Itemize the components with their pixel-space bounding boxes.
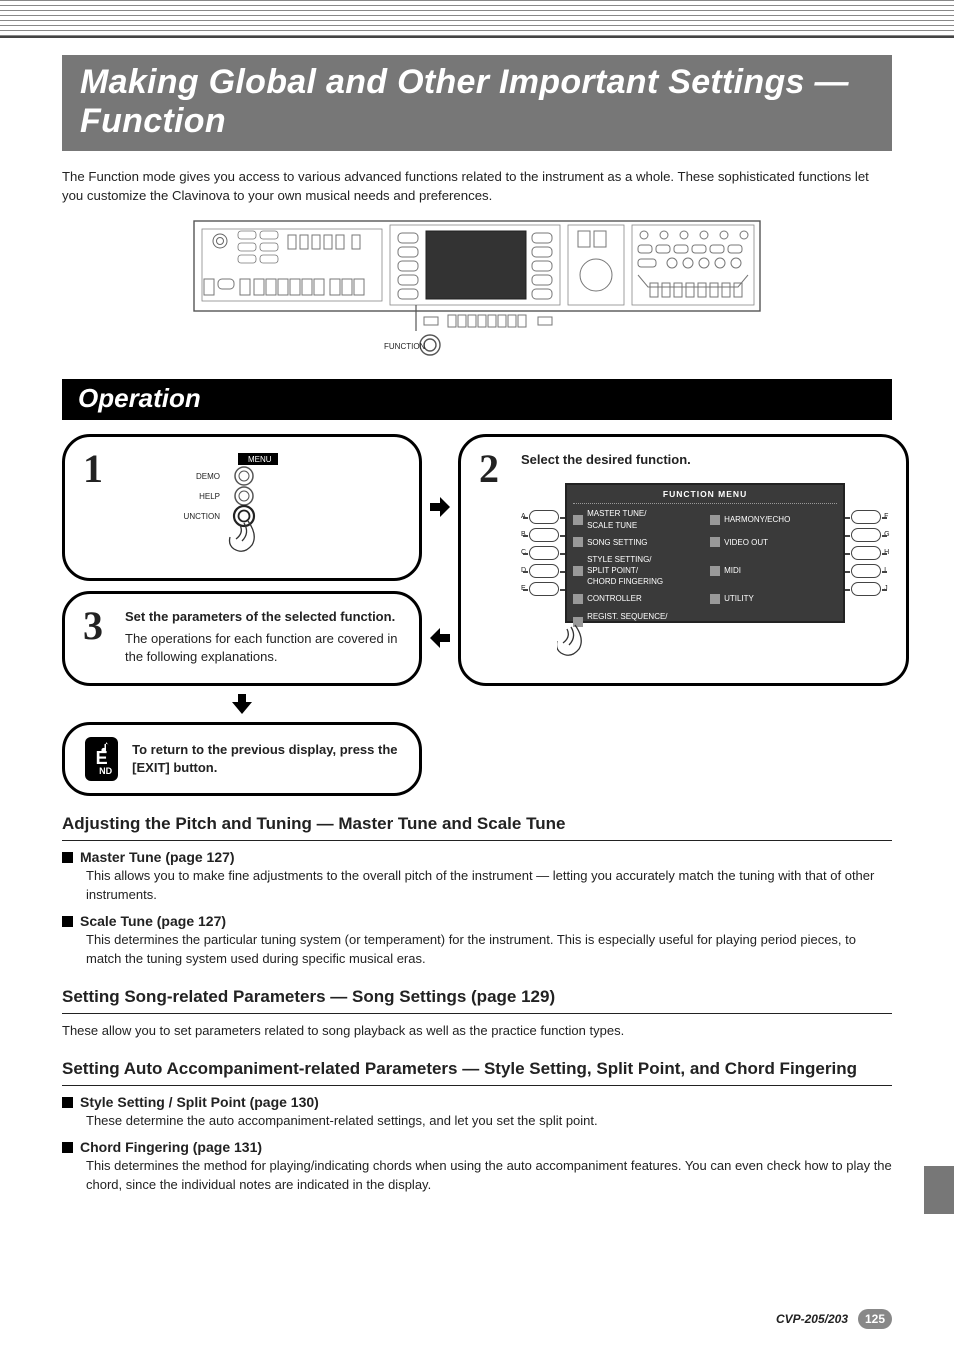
side-button[interactable] (529, 510, 559, 524)
section-heading: Setting Auto Accompaniment-related Param… (62, 1059, 892, 1079)
screen-title: FUNCTION MENU (573, 489, 837, 504)
function-menu-screen: FUNCTION MENU MASTER TUNE/ SCALE TUNE HA… (565, 483, 845, 623)
section-body: These allow you to set parameters relate… (62, 1022, 892, 1041)
menu-item[interactable]: VIDEO OUT (710, 537, 837, 548)
side-button[interactable] (851, 528, 881, 542)
note-icon (710, 515, 720, 525)
subsection: Master Tune (page 127) This allows you t… (62, 849, 892, 905)
menu-item[interactable]: UTILITY (710, 593, 837, 604)
midi-icon (710, 566, 720, 576)
menu-buttons-illustration: MENU DEMO HELP FUNCTION (184, 451, 344, 561)
function-menu-screen-row: A B C D E FUNCTION MENU MASTER TUNE/ SCA… (521, 483, 890, 623)
bullet-square-icon (62, 916, 73, 927)
end-text: To return to the previous display, press… (132, 741, 399, 776)
step-2-body: Select the desired function. A B C D E F… (521, 451, 890, 668)
subsection-label: Master Tune (page 127) (80, 849, 235, 865)
menu-item[interactable]: STYLE SETTING/ SPLIT POINT/ CHORD FINGER… (573, 554, 700, 588)
step-3-panel: 3 Set the parameters of the selected fun… (62, 591, 422, 686)
arrow-left-icon (428, 624, 452, 652)
end-panel: E ND To return to the previous display, … (62, 722, 422, 796)
step-1-number: 1 (83, 445, 103, 492)
operation-steps: 1 MENU DEMO HELP FUNCTION (62, 434, 892, 685)
finger-press-icon (557, 619, 597, 663)
end-icon: E ND (85, 737, 118, 781)
header-decor-lines (0, 0, 954, 38)
step-1-body: MENU DEMO HELP FUNCTION (125, 451, 403, 561)
subsection: Scale Tune (page 127) This determines th… (62, 913, 892, 969)
keyboard-panel-illustration: FUNCTION (192, 219, 762, 359)
subsection: Chord Fingering (page 131) This determin… (62, 1139, 892, 1195)
subsection-body: These determine the auto accompaniment-r… (86, 1112, 892, 1131)
step-2-panel: 2 Select the desired function. A B C D E (458, 434, 909, 685)
menu-item[interactable]: HARMONY/ECHO (710, 508, 837, 530)
controller-icon (573, 594, 583, 604)
intro-paragraph: The Function mode gives you access to va… (62, 167, 892, 205)
side-button[interactable] (851, 564, 881, 578)
svg-text:DEMO: DEMO (196, 472, 220, 481)
arrow-right-1 (426, 434, 454, 580)
chapter-title-bar: Making Global and Other Important Settin… (62, 55, 892, 151)
video-icon (710, 537, 720, 547)
arrow-right-icon (428, 493, 452, 521)
subsection-body: This determines the particular tuning sy… (86, 931, 892, 969)
step-3-body: Set the parameters of the selected funct… (125, 608, 403, 667)
side-button[interactable] (851, 546, 881, 560)
page-footer: CVP-205/203 125 (776, 1309, 892, 1329)
step-1-panel: 1 MENU DEMO HELP FUNCTION (62, 434, 422, 580)
rule (62, 840, 892, 842)
note-icon (573, 537, 583, 547)
menu-item[interactable]: MASTER TUNE/ SCALE TUNE (573, 508, 700, 530)
side-button[interactable] (529, 582, 559, 596)
subsection-body: This allows you to make fine adjustments… (86, 867, 892, 905)
step-2-number: 2 (479, 445, 499, 492)
rule (62, 1085, 892, 1087)
subsection-label: Style Setting / Split Point (page 130) (80, 1094, 319, 1110)
chapter-title: Making Global and Other Important Settin… (80, 63, 874, 141)
subsection-label: Chord Fingering (page 131) (80, 1139, 262, 1155)
arrow-down-icon (229, 692, 255, 716)
menu-item[interactable]: SONG SETTING (573, 537, 700, 548)
keyboard-icon (573, 566, 583, 576)
step-3-text: The operations for each function are cov… (125, 630, 403, 666)
svg-text:MENU: MENU (248, 455, 272, 464)
note-icon (100, 741, 114, 755)
menu-item[interactable]: MIDI (710, 554, 837, 588)
side-button[interactable] (529, 528, 559, 542)
section-heading: Setting Song-related Parameters — Song S… (62, 987, 892, 1007)
tune-icon (573, 515, 583, 525)
menu-item[interactable]: CONTROLLER (573, 593, 700, 604)
step-3-number: 3 (83, 602, 103, 649)
right-side-buttons: F G H I J (851, 510, 889, 596)
side-button[interactable] (851, 510, 881, 524)
subsection-body: This determines the method for playing/i… (86, 1157, 892, 1195)
svg-text:HELP: HELP (199, 492, 220, 501)
bullet-square-icon (62, 1142, 73, 1153)
side-button[interactable] (529, 546, 559, 560)
step-2-title: Select the desired function. (521, 451, 890, 469)
rule (62, 1013, 892, 1015)
side-button[interactable] (529, 564, 559, 578)
bullet-square-icon (62, 852, 73, 863)
subsection-label: Scale Tune (page 127) (80, 913, 226, 929)
function-button-label: FUNCTION (384, 342, 426, 351)
step-3-title: Set the parameters of the selected funct… (125, 608, 403, 626)
side-index-tab (924, 1166, 954, 1214)
section-heading: Adjusting the Pitch and Tuning — Master … (62, 814, 892, 834)
left-side-buttons: A B C D E (521, 510, 559, 596)
arrow-left (426, 591, 454, 686)
bullet-square-icon (62, 1097, 73, 1108)
side-button[interactable] (851, 582, 881, 596)
page-number-badge: 125 (858, 1309, 892, 1329)
page-content: Making Global and Other Important Settin… (0, 0, 954, 1195)
subsection: Style Setting / Split Point (page 130) T… (62, 1094, 892, 1131)
svg-text:FUNCTION: FUNCTION (184, 512, 220, 521)
instrument-diagram: FUNCTION (62, 219, 892, 359)
arrow-down-wrap (62, 692, 422, 716)
model-label: CVP-205/203 (776, 1312, 848, 1326)
operation-heading: Operation (62, 379, 892, 420)
utility-icon (710, 594, 720, 604)
